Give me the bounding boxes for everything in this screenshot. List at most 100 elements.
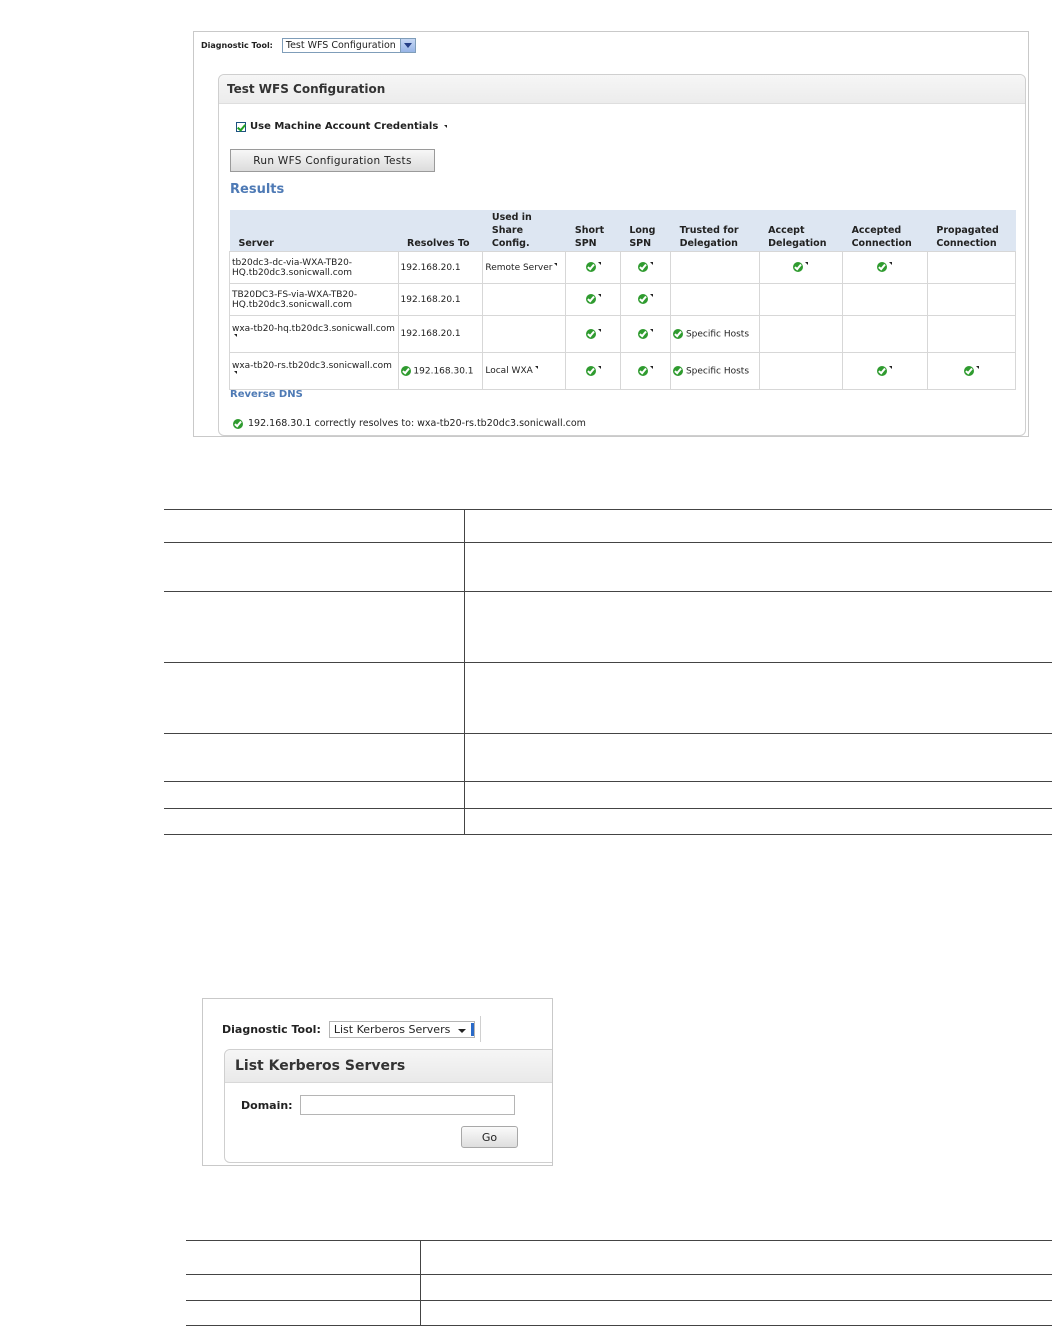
tooltip-marker-icon[interactable] — [534, 366, 538, 369]
diagnostic-tool-row: Diagnostic Tool: List Kerberos Servers — [222, 1021, 475, 1038]
column-header-line1: Accepted — [851, 225, 902, 236]
check-circle-icon — [585, 328, 596, 339]
reverse-dns-heading: Reverse DNS — [230, 389, 303, 400]
diagnostic-tool-select[interactable]: List Kerberos Servers — [328, 1021, 475, 1038]
divider — [480, 1016, 481, 1042]
panel-title: List Kerberos Servers — [225, 1050, 552, 1083]
column-header: Used in Share Config. — [482, 210, 566, 252]
tooltip-marker-icon[interactable] — [805, 262, 809, 266]
server-name-line1: wxa-tb20-rs.tb20dc3.sonicwall.com — [232, 361, 392, 371]
check-circle-icon — [585, 294, 596, 305]
table-row — [164, 781, 1052, 809]
propagated-connection-cell — [926, 352, 1017, 390]
machine-credentials-checkbox[interactable] — [236, 121, 246, 132]
tooltip-marker-icon[interactable] — [597, 365, 601, 369]
diagnostic-tool-select[interactable]: Test WFS Configuration — [281, 38, 416, 53]
column-header-line2: Server — [238, 238, 274, 249]
server-name-line1: wxa-tb20-hq.tb20dc3.sonicwall.com — [232, 324, 395, 334]
tooltip-marker-icon[interactable] — [975, 365, 979, 369]
tooltip-marker-icon[interactable] — [649, 365, 653, 369]
resolves-to-value: 192.168.20.1 — [400, 262, 461, 273]
trusted-delegation-value: Specific Hosts — [685, 329, 750, 340]
accepted-connection-cell — [842, 283, 928, 316]
column-header: Propagated Connection — [927, 210, 1016, 252]
check-circle-icon — [585, 365, 596, 376]
machine-credentials-label: Use Machine Account Credentials — [250, 121, 439, 132]
trusted-delegation-cell — [670, 251, 760, 284]
trusted-delegation-cell: Specific Hosts — [670, 352, 760, 390]
column-header: Resolves To — [398, 210, 483, 252]
tooltip-marker-icon[interactable] — [554, 262, 558, 266]
short-spn-cell — [565, 283, 621, 316]
reverse-dns-result: 192.168.30.1 correctly resolves to: wxa-… — [233, 418, 586, 429]
diagnostic-tool-row: Diagnostic Tool: Test WFS Configuration — [201, 38, 416, 53]
results-body: tb20dc3-dc-via-WXA-TB20- HQ.tb20dc3.sonic… — [229, 251, 1017, 390]
tooltip-marker-icon[interactable] — [597, 262, 601, 266]
resolves-to-cell: 192.168.20.1 — [397, 315, 484, 353]
results-heading: Results — [230, 182, 285, 197]
tooltip-marker-icon[interactable] — [444, 125, 448, 128]
accept-delegation-cell — [758, 315, 844, 353]
check-circle-icon — [637, 262, 648, 273]
kerberos-screenshot: Diagnostic Tool: List Kerberos Servers L… — [202, 998, 553, 1166]
propagated-connection-cell — [926, 283, 1017, 316]
resolves-to-value: 192.168.30.1 — [413, 366, 474, 377]
column-header-line1: Propagated — [936, 225, 999, 236]
table-row — [164, 662, 1052, 734]
chevron-down-icon[interactable] — [457, 1029, 466, 1033]
column-header-line2: Delegation — [679, 238, 738, 249]
diagnostic-tool-label: Diagnostic Tool: — [222, 1023, 321, 1036]
long-spn-cell — [619, 283, 672, 316]
tooltip-marker-icon[interactable] — [597, 328, 601, 332]
tooltip-marker-icon[interactable] — [234, 371, 237, 374]
run-wfs-tests-button[interactable]: Run WFS Configuration Tests — [230, 149, 435, 172]
column-header-line2: SPN — [629, 238, 652, 249]
share-config-value: Local WXA — [485, 366, 533, 376]
server-name-line2: HQ.tb20dc3.sonicwall.com — [232, 299, 352, 310]
column-header: Long SPN — [620, 210, 671, 252]
diagnostic-tool-value: List Kerberos Servers — [333, 1023, 451, 1036]
short-spn-cell — [565, 352, 621, 390]
column-header: Server — [229, 210, 399, 252]
check-circle-icon — [233, 418, 243, 429]
check-circle-icon — [673, 328, 684, 339]
results-header-row: Server Resolves To Used in Share Config. Sho… — [229, 210, 1016, 252]
kerberos-panel: List Kerberos Servers Domain: Go — [224, 1049, 552, 1163]
tooltip-marker-icon[interactable] — [649, 262, 653, 266]
check-circle-icon — [877, 365, 888, 376]
accept-delegation-cell — [758, 251, 844, 284]
diagnostic-tool-value: Test WFS Configuration — [285, 40, 396, 51]
diagnostic-tool-label: Diagnostic Tool: — [201, 41, 273, 50]
column-header: Trusted for Delegation — [670, 210, 760, 252]
check-circle-icon — [637, 328, 648, 339]
check-circle-icon — [793, 262, 804, 273]
tooltip-marker-icon[interactable] — [597, 294, 601, 298]
table-row — [164, 509, 1052, 543]
table-row — [186, 1274, 1052, 1301]
trusted-delegation-cell — [670, 283, 760, 316]
column-header-line1: Long — [629, 225, 656, 236]
wfs-config-screenshot: Diagnostic Tool: Test WFS Configuration … — [193, 31, 1029, 437]
go-button[interactable]: Go — [461, 1126, 518, 1148]
chevron-down-icon[interactable] — [399, 39, 415, 52]
machine-credentials-row[interactable]: Use Machine Account Credentials — [236, 121, 448, 132]
tooltip-marker-icon[interactable] — [649, 328, 653, 332]
resolves-to-value: 192.168.20.1 — [400, 329, 461, 339]
table-row — [186, 1240, 1052, 1275]
server-cell: TB20DC3-FS-via-WXA-TB20- HQ.tb20dc3.sonic… — [229, 283, 399, 316]
table-row — [186, 1300, 1052, 1326]
short-spn-cell — [565, 315, 621, 353]
trusted-delegation-cell: Specific Hosts — [670, 315, 760, 353]
server-cell: tb20dc3-dc-via-WXA-TB20- HQ.tb20dc3.sonic… — [229, 251, 399, 284]
tooltip-marker-icon[interactable] — [889, 262, 893, 266]
resolves-to-cell: 192.168.20.1 — [397, 283, 484, 316]
tooltip-marker-icon[interactable] — [649, 294, 653, 298]
domain-input[interactable] — [299, 1095, 515, 1115]
tooltip-marker-icon[interactable] — [889, 365, 893, 369]
column-header-line1: Used in — [491, 212, 532, 223]
accepted-connection-cell — [842, 352, 928, 390]
tooltip-marker-icon[interactable] — [234, 334, 237, 337]
propagated-connection-cell — [926, 251, 1017, 284]
column-header-line1: Short — [574, 225, 605, 236]
resolves-to-cell: 192.168.30.1 — [397, 352, 484, 390]
